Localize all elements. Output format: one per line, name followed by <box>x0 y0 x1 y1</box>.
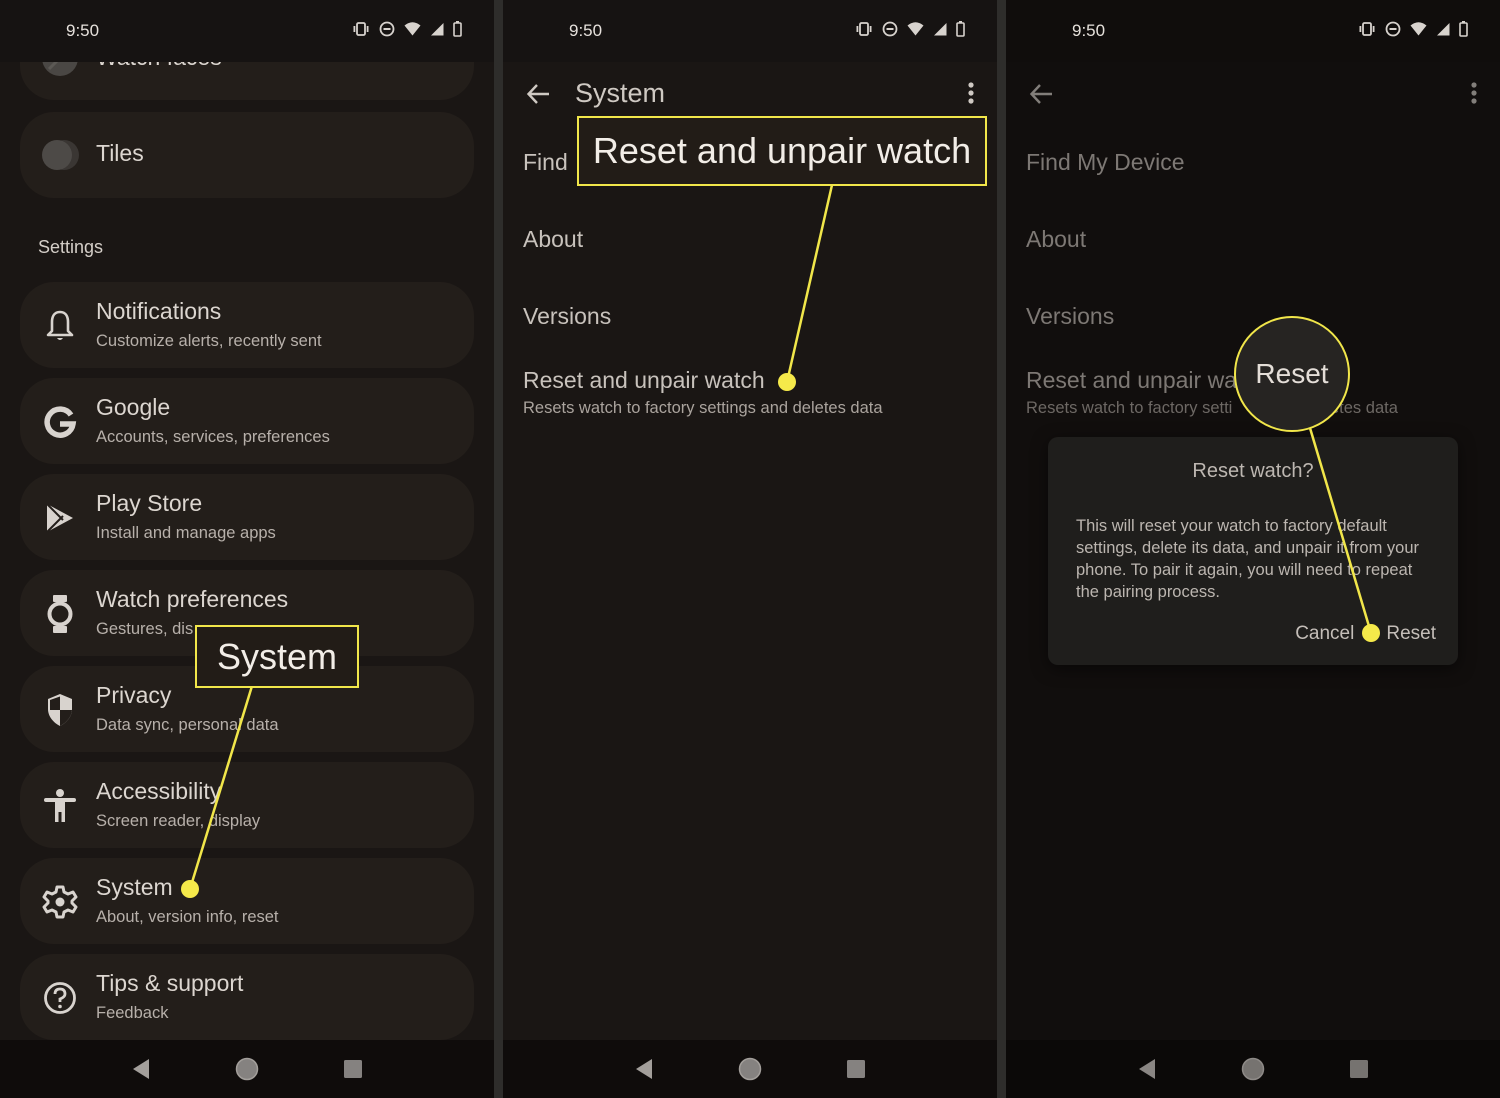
home-circle-icon[interactable] <box>1239 1055 1267 1083</box>
reset-dialog-panel: 9:50 Find My Device About Versions Reset… <box>1006 0 1500 1098</box>
gear-icon <box>40 882 80 922</box>
callout-label-system: System <box>195 625 359 688</box>
wifi-icon <box>404 22 421 36</box>
bell-icon <box>40 306 80 346</box>
reset-button[interactable]: Reset <box>1386 623 1436 645</box>
list-item-subtitle: Install and manage apps <box>96 524 276 542</box>
help-icon <box>40 978 80 1018</box>
status-icons <box>1358 21 1468 37</box>
list-item-subtitle: Data sync, personal data <box>96 716 279 734</box>
page-title: System <box>575 78 666 108</box>
back-triangle-icon[interactable] <box>630 1055 658 1083</box>
accessibility-icon <box>40 786 80 826</box>
list-item-subtitle: Screen reader, display <box>96 812 261 830</box>
google-g-icon <box>40 402 80 442</box>
battery-icon <box>956 21 965 37</box>
list-item-title: Privacy <box>96 682 172 708</box>
list-item-title: Accessibility <box>96 778 222 804</box>
list-item-subtitle: Accounts, services, preferences <box>96 428 330 446</box>
callout-dot <box>778 373 796 391</box>
list-item-system[interactable]: System About, version info, reset <box>20 858 474 944</box>
system-panel: 9:50 System Find About Versions Reset an… <box>503 0 997 1098</box>
home-circle-icon[interactable] <box>736 1055 764 1083</box>
cellular-signal-icon <box>933 22 947 36</box>
dialog-actions: Cancel Reset <box>1295 623 1436 645</box>
cancel-button[interactable]: Cancel <box>1295 623 1354 645</box>
back-arrow-icon[interactable] <box>1028 80 1056 108</box>
dialog-body: This will reset your watch to factory de… <box>1076 517 1420 601</box>
recents-square-icon[interactable] <box>339 1055 367 1083</box>
navigation-bar <box>503 1040 997 1098</box>
do-not-disturb-icon <box>379 21 395 37</box>
list-item-title: Notifications <box>96 298 222 324</box>
shield-icon <box>40 690 80 730</box>
back-triangle-icon[interactable] <box>127 1055 155 1083</box>
navigation-bar <box>1006 1040 1500 1098</box>
list-item-title: Tiles <box>96 140 144 166</box>
list-item-reset-unpair-subtitle: Resets watch to factory settings and del… <box>523 399 883 417</box>
list-item-title: Play Store <box>96 490 203 516</box>
cellular-signal-icon <box>430 22 444 36</box>
vibrate-icon <box>855 22 873 36</box>
list-item-about[interactable]: About <box>523 226 583 253</box>
home-circle-icon[interactable] <box>233 1055 261 1083</box>
list-item-reset-unpair-subtitle: Resets watch to factory setti <box>1026 399 1233 417</box>
battery-icon <box>1459 21 1468 37</box>
do-not-disturb-icon <box>882 21 898 37</box>
list-item-title: System <box>96 874 173 900</box>
recents-square-icon[interactable] <box>1345 1055 1373 1083</box>
vibrate-icon <box>352 22 370 36</box>
watch-icon <box>40 594 80 634</box>
recents-square-icon[interactable] <box>842 1055 870 1083</box>
list-item-find-my-device[interactable]: Find <box>523 149 568 176</box>
list-item-title: Watch preferences <box>96 586 289 612</box>
battery-icon <box>453 21 462 37</box>
callout-label-reset-unpair: Reset and unpair watch <box>577 116 987 186</box>
list-item-about[interactable]: About <box>1026 226 1086 253</box>
cellular-signal-icon <box>1436 22 1450 36</box>
settings-panel: 9:50 Watch faces Tiles Settings Notifica… <box>0 0 494 1098</box>
list-item-notifications[interactable]: Notifications Customize alerts, recently… <box>20 282 474 368</box>
status-icons <box>855 21 965 37</box>
status-icons <box>352 21 462 37</box>
more-vert-icon[interactable] <box>1466 80 1482 108</box>
do-not-disturb-icon <box>1385 21 1401 37</box>
status-bar: 9:50 <box>1006 0 1500 62</box>
list-item-accessibility[interactable]: Accessibility Screen reader, display <box>20 762 474 848</box>
list-item-play-store[interactable]: Play Store Install and manage apps <box>20 474 474 560</box>
status-time: 9:50 <box>569 21 603 40</box>
list-item-title: Tips & support <box>96 970 244 996</box>
list-item-tiles[interactable]: Tiles <box>20 112 474 198</box>
play-store-icon <box>40 498 80 538</box>
more-vert-icon[interactable] <box>963 80 979 108</box>
list-item-find-my-device[interactable]: Find My Device <box>1026 149 1184 176</box>
back-triangle-icon[interactable] <box>1133 1055 1161 1083</box>
list-item-reset-unpair[interactable]: Reset and unpair watch <box>523 367 765 394</box>
navigation-bar <box>0 1040 494 1098</box>
back-arrow-icon[interactable] <box>525 80 553 108</box>
list-item-subtitle: Customize alerts, recently sent <box>96 332 322 350</box>
tiles-icon <box>40 135 80 175</box>
dialog-title: Reset watch? <box>1192 460 1314 482</box>
section-label-settings: Settings <box>38 237 104 257</box>
list-item-subtitle: About, version info, reset <box>96 908 279 926</box>
reset-watch-dialog: Reset watch? This will reset your watch … <box>1048 437 1458 665</box>
list-item-subtitle: Gestures, dis <box>96 620 194 638</box>
status-bar: 9:50 <box>0 0 494 62</box>
list-item-title: Google <box>96 394 171 420</box>
list-item-google[interactable]: Google Accounts, services, preferences <box>20 378 474 464</box>
list-item-tips-support[interactable]: Tips & support Feedback <box>20 954 474 1040</box>
list-item-versions[interactable]: Versions <box>523 303 611 330</box>
wifi-icon <box>1410 22 1427 36</box>
callout-magnifier-reset: Reset <box>1234 316 1350 432</box>
list-item-versions[interactable]: Versions <box>1026 303 1114 330</box>
status-time: 9:50 <box>1072 21 1106 40</box>
vibrate-icon <box>1358 22 1376 36</box>
list-item-subtitle: Feedback <box>96 1004 169 1022</box>
status-time: 9:50 <box>66 21 100 40</box>
status-bar: 9:50 <box>503 0 997 62</box>
list-item-reset-unpair[interactable]: Reset and unpair wa <box>1026 367 1237 394</box>
wifi-icon <box>907 22 924 36</box>
